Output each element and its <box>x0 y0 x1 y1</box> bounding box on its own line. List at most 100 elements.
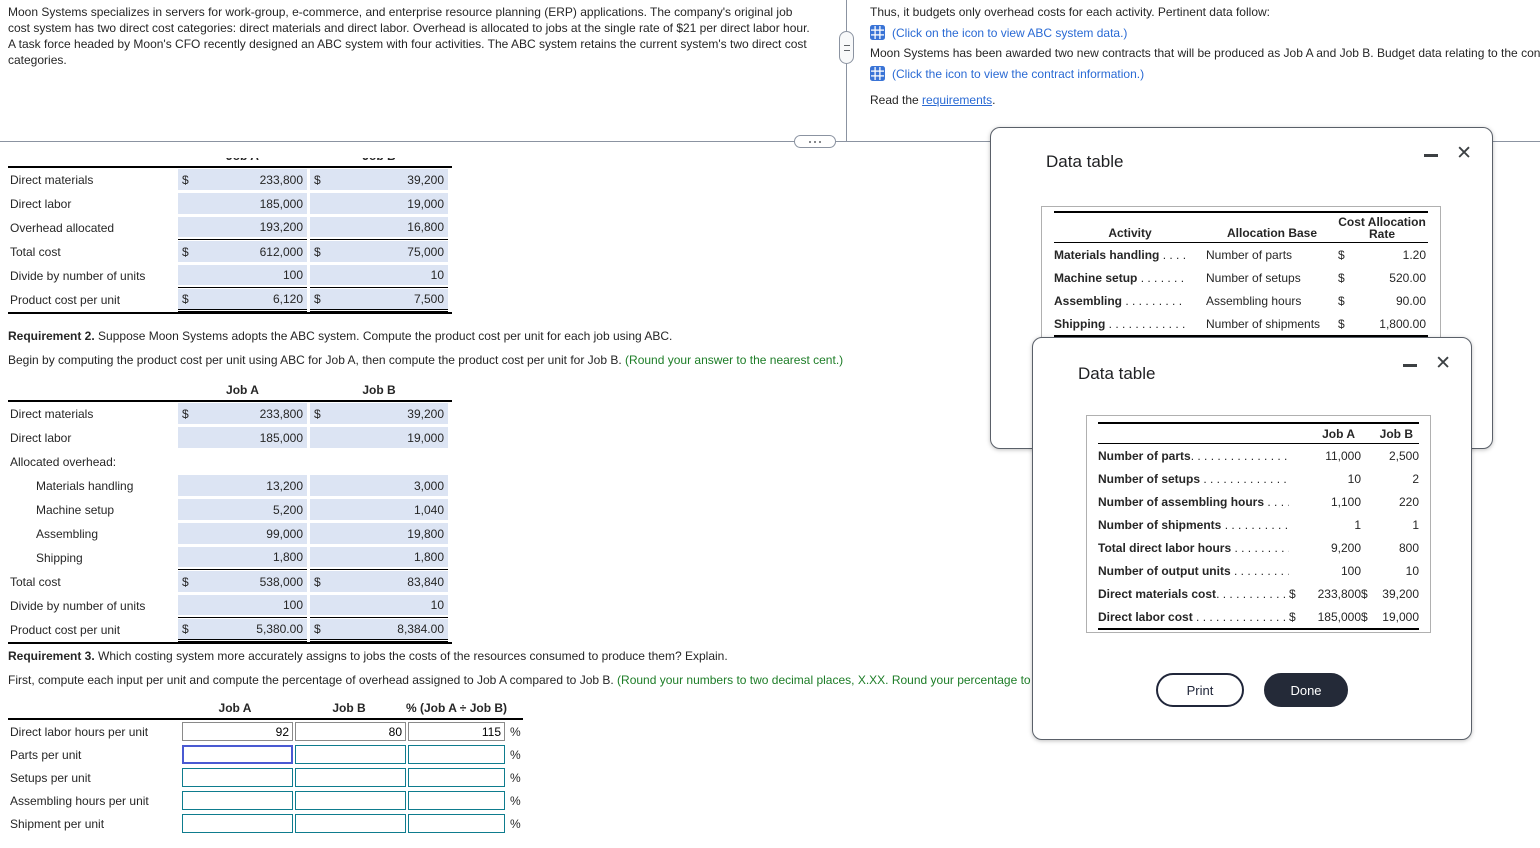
dot-icon <box>809 141 811 143</box>
dollar-sign: $ <box>182 407 189 421</box>
allocation-base-value: Number of parts <box>1206 248 1338 262</box>
row-label: Direct labor cost . . . . . . . . . . . … <box>1098 610 1289 624</box>
value-cell: $6,120 <box>178 288 307 312</box>
answer-input[interactable] <box>295 745 406 764</box>
table-row: Assembling . . . . . . . . .Assembling h… <box>1054 289 1428 312</box>
answer-input[interactable] <box>182 745 293 764</box>
job-a-header: Job A <box>178 383 307 397</box>
cell-value: 16,800 <box>407 220 444 234</box>
row-label: Total cost <box>8 240 175 264</box>
drag-dash-icon <box>844 50 850 51</box>
job-b-header: Job B <box>294 701 404 715</box>
abc-data-table-icon[interactable] <box>870 25 885 40</box>
cell-value: 11,000 <box>1325 449 1361 463</box>
value-cell: $612,000 <box>178 240 307 264</box>
row-label: Divide by number of units <box>8 264 175 288</box>
answer-input[interactable] <box>408 791 505 810</box>
cell-value: 19,000 <box>407 431 444 445</box>
dollar-sign: $ <box>182 622 189 636</box>
row-label: Direct labor hours per unit <box>8 725 180 739</box>
contract-data-table-icon[interactable] <box>870 66 885 81</box>
read-the-text: Read the <box>870 93 922 107</box>
value-cell: 9,200 <box>1289 541 1361 555</box>
requirements-link[interactable]: requirements <box>922 93 992 107</box>
answer-input[interactable] <box>182 768 293 787</box>
answer-input[interactable] <box>182 722 293 741</box>
cell-value: 100 <box>283 268 303 282</box>
cell-value: 75,000 <box>407 245 444 259</box>
value-cell: 19,000 <box>310 192 448 216</box>
row-label: Direct materials cost. . . . . . . . . .… <box>1098 587 1289 601</box>
done-button[interactable]: Done <box>1264 673 1348 707</box>
cell-value: 39,200 <box>407 407 444 421</box>
percent-symbol: % <box>507 794 523 808</box>
print-button[interactable]: Print <box>1156 673 1244 707</box>
table-row: Overhead allocated193,20016,800 <box>8 216 452 240</box>
value-cell: $75,000 <box>310 240 448 264</box>
requirement-2-instruction: Begin by computing the product cost per … <box>8 353 843 368</box>
percent-symbol: % <box>507 748 523 762</box>
table-row: Allocated overhead: <box>8 450 452 474</box>
row-label: Number of output units . . . . . . . . . <box>1098 564 1289 578</box>
table-row: Number of shipments . . . . . . . . . . … <box>1098 513 1419 536</box>
value-cell: 1,800 <box>178 546 307 570</box>
vertical-splitter-handle[interactable] <box>839 31 854 64</box>
dollar-sign: $ <box>314 292 321 306</box>
table-row: Number of assembling hours . . . .1,1002… <box>1098 490 1419 513</box>
value-cell: $7,500 <box>310 288 448 312</box>
clipped-column-headers: Job A Job B <box>8 158 452 166</box>
answer-input[interactable] <box>408 722 505 741</box>
cell-value: 3,000 <box>414 479 444 493</box>
input-table-headers: Job A Job B % (Job A ÷ Job B) <box>8 701 523 720</box>
minimize-icon[interactable] <box>1424 154 1438 157</box>
percent-symbol: % <box>507 771 523 785</box>
value-cell: 2,500 <box>1361 449 1419 463</box>
cell-value: 10 <box>431 598 444 612</box>
cell-value: 19,000 <box>407 197 444 211</box>
value-cell: $39,200 <box>310 168 448 192</box>
answer-input[interactable] <box>295 768 406 787</box>
table-row: Total direct labor hours . . . . . . . .… <box>1098 536 1419 559</box>
horizontal-splitter-handle[interactable] <box>794 135 836 148</box>
minimize-icon[interactable] <box>1403 364 1417 367</box>
close-icon[interactable]: ✕ <box>1435 354 1451 373</box>
cell-value: 185,000 <box>260 197 303 211</box>
dollar-sign: $ <box>182 173 189 187</box>
answer-input[interactable] <box>295 814 406 833</box>
contract-table-headers: Job A Job B <box>1098 422 1419 444</box>
dollar-sign: $ <box>182 245 189 259</box>
row-label: Assembling hours per unit <box>8 794 180 808</box>
cell-value: 10 <box>1406 564 1419 578</box>
cell-value: 39,200 <box>407 173 444 187</box>
answer-input[interactable] <box>295 791 406 810</box>
job-a-header: Job A <box>180 701 290 715</box>
answer-input[interactable] <box>408 768 505 787</box>
table-row: Total cost$612,000$75,000 <box>8 240 452 264</box>
table-row: Direct materials cost. . . . . . . . . .… <box>1098 582 1419 605</box>
requirement-3-heading: Requirement 3. Which costing system more… <box>8 649 728 664</box>
answer-input[interactable] <box>182 791 293 810</box>
row-label: Direct labor <box>8 192 175 216</box>
dollar-sign: $ <box>182 292 189 306</box>
allocation-base-header: Allocation Base <box>1206 226 1338 240</box>
job-b-header: Job B <box>310 383 448 397</box>
original-system-cost-table: Job A Job B Direct materials$233,800$39,… <box>8 158 452 314</box>
answer-input[interactable] <box>408 745 505 764</box>
answer-input[interactable] <box>295 722 406 741</box>
cell-value: 10 <box>431 268 444 282</box>
dot-icon <box>819 141 821 143</box>
answer-input[interactable] <box>408 814 505 833</box>
table-row: Materials handling . . . .Number of part… <box>1054 243 1428 266</box>
close-icon[interactable]: ✕ <box>1456 144 1472 163</box>
cell-value: 5,380.00 <box>256 622 303 636</box>
answer-input[interactable] <box>182 814 293 833</box>
cost-allocation-rate-header: Cost Allocation Rate <box>1338 216 1426 240</box>
table-row: Product cost per unit$6,120$7,500 <box>8 288 452 312</box>
table-row: Assembling99,00019,800 <box>8 522 452 546</box>
mylab-accounting-page: Moon Systems specializes in servers for … <box>0 0 1540 848</box>
activity-label: Shipping . . . . . . . . . . . . <box>1054 317 1206 331</box>
cell-value: 5,200 <box>273 503 303 517</box>
dialog-title: Data table <box>1078 364 1156 384</box>
cell-value: 800 <box>1399 541 1419 555</box>
value-cell: 11,000 <box>1289 449 1361 463</box>
